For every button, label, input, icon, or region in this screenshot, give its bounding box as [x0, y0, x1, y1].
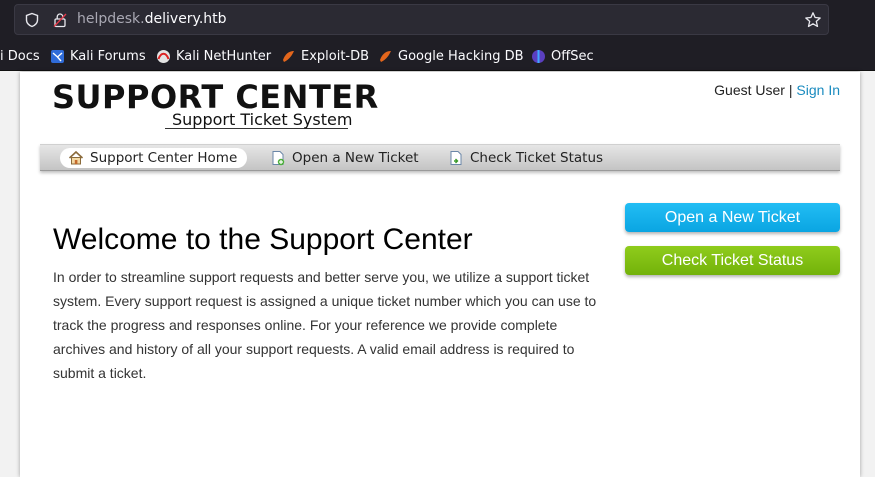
- bookmark-label: Google Hacking DB: [398, 48, 524, 64]
- main-nav: Support Center Home Open a New Ticket Ch…: [40, 144, 840, 171]
- nav-label: Support Center Home: [90, 150, 238, 166]
- welcome-text: In order to streamline support requests …: [53, 269, 597, 381]
- user-info: Guest User | Sign In: [714, 82, 840, 98]
- bookmark-offsec[interactable]: OffSec: [531, 47, 594, 65]
- lock-icon[interactable]: [52, 12, 68, 28]
- logo-subtitle: Support Ticket System: [172, 110, 353, 129]
- bookmark-kali-nethunter[interactable]: Kali NetHunter: [156, 47, 271, 65]
- url-text[interactable]: helpdesk.delivery.htb: [77, 11, 227, 27]
- new-ticket-icon: [272, 151, 285, 166]
- welcome-heading: Welcome to the Support Center: [53, 223, 473, 256]
- address-bar[interactable]: helpdesk.delivery.htb: [14, 4, 829, 35]
- exploit-db-icon: [283, 50, 294, 62]
- sign-in-link[interactable]: Sign In: [796, 82, 840, 98]
- bookmark-label: OffSec: [551, 48, 594, 64]
- bookmark-label: Kali NetHunter: [176, 48, 272, 64]
- ghdb-icon: [380, 50, 391, 62]
- bookmark-exploit-db[interactable]: Exploit-DB: [281, 47, 369, 65]
- nav-label: Open a New Ticket: [292, 150, 419, 166]
- bookmarks-bar: i Docs Kali Forums Kali NetHunter Exploi…: [0, 40, 875, 71]
- nav-check-ticket-status[interactable]: Check Ticket Status: [440, 148, 613, 168]
- kali-forums-icon: [51, 49, 64, 63]
- nav-label: Check Ticket Status: [470, 150, 604, 166]
- bookmark-label: Exploit-DB: [301, 48, 370, 64]
- bookmark-label: Kali Forums: [70, 48, 146, 64]
- nav-support-center-home[interactable]: Support Center Home: [60, 148, 248, 168]
- bookmark-label: i Docs: [0, 48, 40, 64]
- ticket-status-icon: [450, 151, 462, 165]
- open-new-ticket-button[interactable]: Open a New Ticket: [625, 203, 840, 232]
- guest-user-label: Guest User: [714, 82, 785, 98]
- bookmark-google-hacking-db[interactable]: Google Hacking DB: [378, 47, 524, 65]
- page-background: SUPPORT CENTER Support Ticket System Gue…: [0, 72, 875, 477]
- bookmark-star-icon[interactable]: [804, 11, 822, 29]
- check-ticket-status-button[interactable]: Check Ticket Status: [625, 246, 840, 275]
- home-icon: [68, 150, 84, 165]
- user-separator: |: [788, 82, 793, 98]
- bookmark-docs[interactable]: i Docs: [0, 47, 40, 65]
- shield-icon[interactable]: [24, 12, 40, 28]
- nav-open-new-ticket[interactable]: Open a New Ticket: [262, 148, 429, 168]
- offsec-icon: [532, 49, 545, 63]
- content-container: SUPPORT CENTER Support Ticket System Gue…: [20, 72, 860, 477]
- browser-toolbar: helpdesk.delivery.htb: [0, 0, 875, 40]
- kali-nethunter-icon: [157, 49, 170, 63]
- bookmark-kali-forums[interactable]: Kali Forums: [50, 47, 146, 65]
